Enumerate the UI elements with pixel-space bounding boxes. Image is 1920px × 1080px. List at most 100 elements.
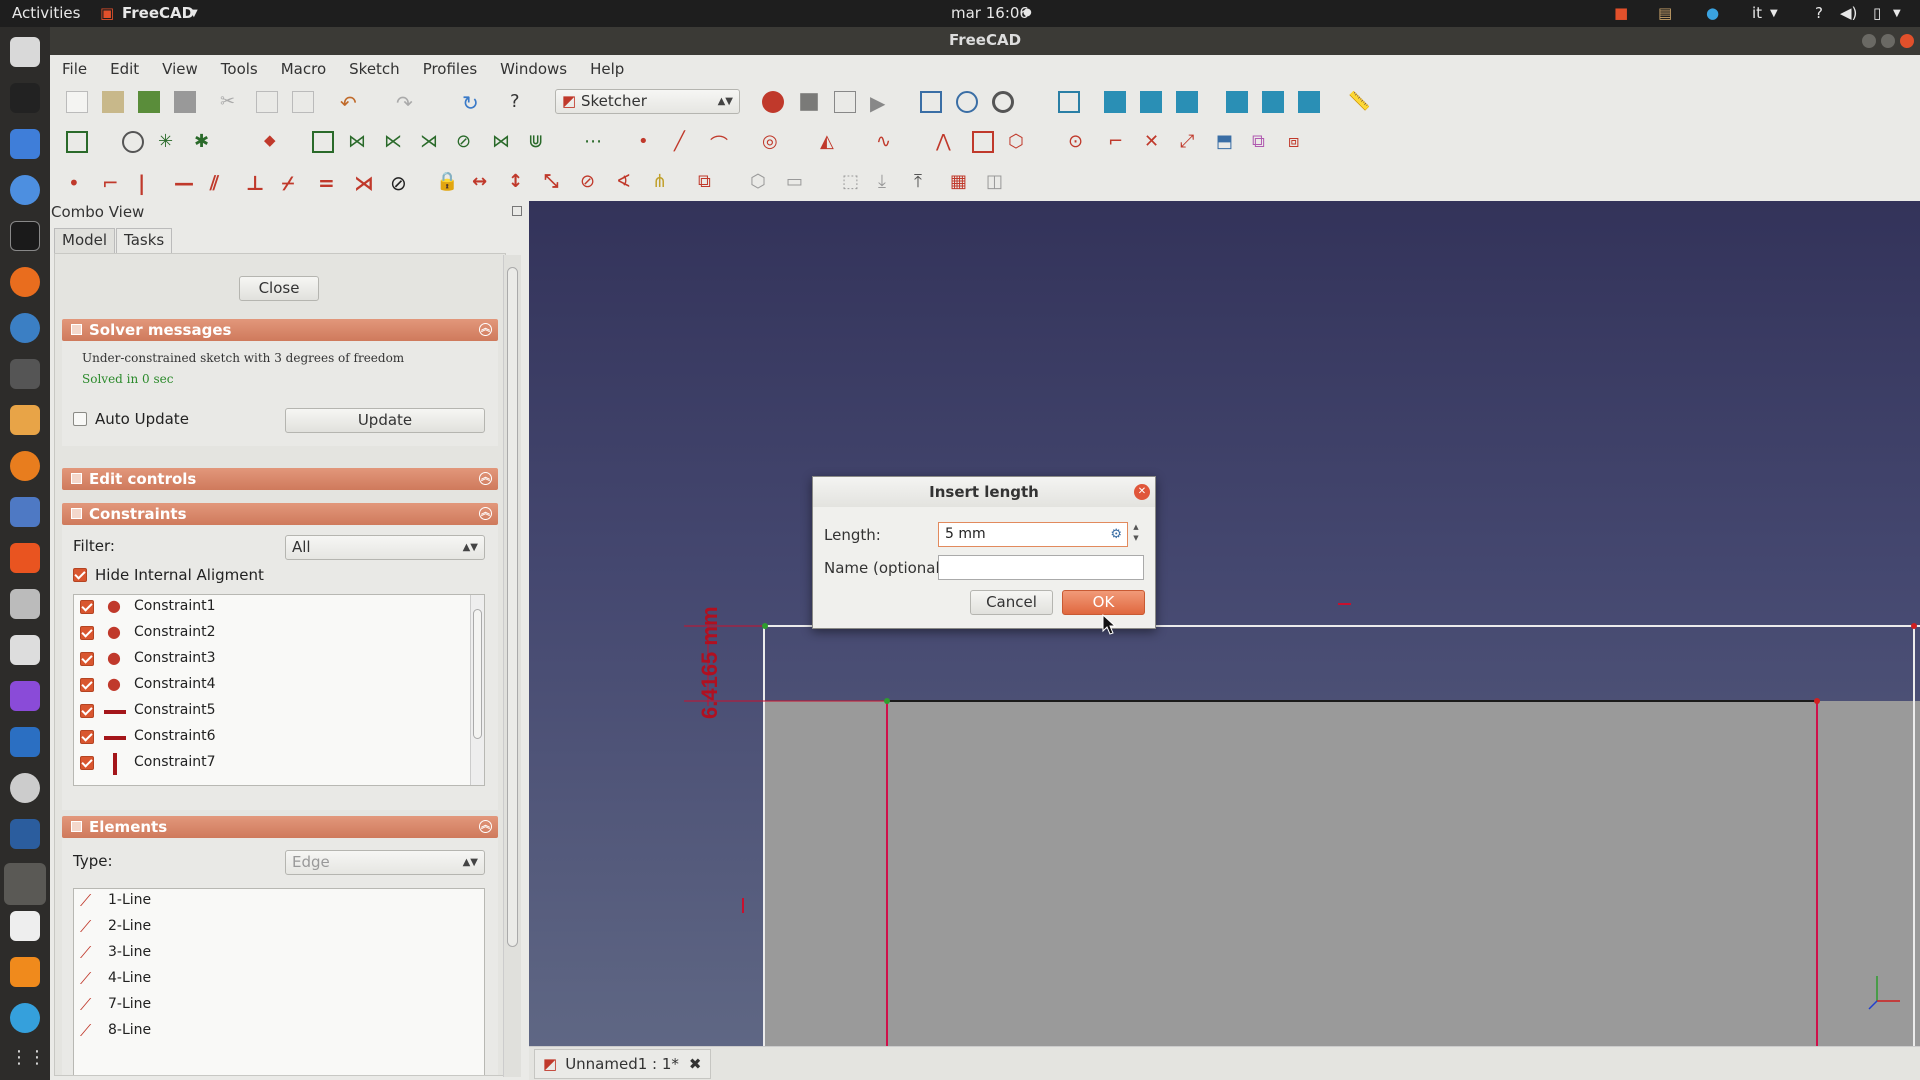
record-icon[interactable]: ■ (1614, 4, 1628, 22)
remote-icon[interactable] (10, 727, 40, 757)
bspline-icon[interactable]: ∿ (876, 131, 898, 153)
length-input[interactable]: 5 mm ⚙ (938, 522, 1128, 547)
tab-model[interactable]: Model (54, 228, 116, 253)
edit-macro-icon[interactable] (834, 91, 856, 113)
cut-icon[interactable]: ✂ (220, 91, 242, 113)
scrollbar-thumb[interactable] (507, 267, 518, 947)
toggle-driving-icon[interactable]: ⧉ (698, 171, 720, 193)
notes-icon[interactable] (10, 911, 40, 941)
merge-sketch-icon[interactable]: ⋉ (384, 131, 406, 153)
writer-icon[interactable] (10, 129, 40, 159)
sketch-vertex[interactable] (762, 623, 768, 629)
app-icon[interactable] (10, 405, 40, 435)
view-section-icon[interactable]: ✳ (158, 131, 180, 153)
constraints-header[interactable]: Constraints ︽ (62, 503, 498, 525)
delete-all-icon[interactable]: ◫ (986, 171, 1008, 193)
reorient-sketch-icon[interactable] (312, 131, 334, 153)
auto-update-checkbox[interactable] (73, 412, 87, 426)
telegram-dock-icon[interactable] (10, 1003, 40, 1033)
files-app-icon[interactable] (10, 37, 40, 67)
left-view-icon[interactable] (1298, 91, 1320, 113)
list-item[interactable]: ⟋ 2-Line (74, 915, 484, 941)
mirror-sketch-icon[interactable]: ⋊ (420, 131, 442, 153)
constrain-distance-icon[interactable]: ⤡ (544, 171, 566, 193)
clone-icon[interactable]: ⋓ (528, 131, 550, 153)
name-input[interactable] (938, 555, 1144, 580)
constraint-checkbox[interactable] (80, 626, 94, 640)
list-item[interactable]: ⟋ 1-Line (74, 889, 484, 915)
extend-icon[interactable]: ⤢ (1180, 131, 1202, 153)
task-panel-scrollbar[interactable] (503, 255, 521, 1077)
menu-macro[interactable]: Macro (281, 60, 326, 78)
inkscape-icon[interactable] (10, 83, 40, 113)
constrain-vertical-distance-icon[interactable]: ↕ (508, 171, 530, 193)
workbench-selector[interactable]: ◩ Sketcher ▲▼ (555, 89, 740, 114)
menu-profiles[interactable]: Profiles (423, 60, 477, 78)
redo-icon[interactable]: ↷ (396, 91, 418, 115)
open-folder-icon[interactable] (102, 91, 124, 113)
help-icon[interactable]: ? (1815, 4, 1823, 22)
filter-select[interactable]: All ▲▼ (285, 535, 485, 560)
3d-viewport[interactable]: 6.4165 mm (529, 201, 1920, 1046)
close-task-button[interactable]: Close (239, 276, 319, 301)
constraint-checkbox[interactable] (80, 678, 94, 692)
list-item[interactable]: ● Constraint4 (74, 673, 484, 699)
menu-windows[interactable]: Windows (500, 60, 567, 78)
constrain-point-on-object-icon[interactable]: ⌐ (102, 171, 124, 195)
list-item[interactable]: ⟋ 4-Line (74, 967, 484, 993)
hide-internal-checkbox[interactable] (73, 568, 87, 582)
draw-style-icon[interactable] (992, 91, 1014, 113)
array-icon[interactable]: ⋯ (584, 131, 606, 153)
show-hide-icon[interactable]: ⤓ (878, 171, 900, 193)
list-item[interactable]: ● Constraint3 (74, 647, 484, 673)
list-item[interactable]: Constraint5 (74, 699, 484, 725)
constraint-checkbox[interactable] (80, 704, 94, 718)
circle-icon[interactable]: ◎ (762, 131, 784, 153)
select-constraints-icon[interactable]: ⬡ (750, 171, 772, 193)
select-elements-icon[interactable]: ⬚ (842, 171, 864, 193)
fit-selection-icon[interactable] (956, 91, 978, 113)
paste-icon[interactable] (292, 91, 314, 113)
refresh-icon[interactable]: ↻ (462, 91, 484, 115)
copy-icon[interactable] (256, 91, 278, 113)
menu-tools[interactable]: Tools (221, 60, 258, 78)
list-item[interactable]: ● Constraint2 (74, 621, 484, 647)
front-view-icon[interactable] (1104, 91, 1126, 113)
line-icon[interactable]: ╱ (674, 131, 696, 153)
constrain-parallel-icon[interactable]: ⫽ (210, 171, 232, 195)
sketch-vertex[interactable] (884, 698, 890, 704)
constrain-horizontal-distance-icon[interactable]: ↔ (472, 171, 494, 193)
constrain-block-icon[interactable]: ⊘ (390, 171, 412, 195)
select-origin-icon[interactable]: ▭ (786, 171, 808, 193)
gimp-icon[interactable] (10, 359, 40, 389)
stop-macro-icon[interactable] (800, 93, 818, 111)
vlc-icon[interactable] (10, 957, 40, 987)
activities-button[interactable]: Activities (12, 4, 80, 22)
battery-icon[interactable]: ▯ (1873, 4, 1881, 22)
symmetry-icon[interactable]: ⋈ (492, 131, 514, 153)
blender-icon[interactable] (10, 451, 40, 481)
type-select[interactable]: Edge ▲▼ (285, 850, 485, 875)
menu-help[interactable]: Help (590, 60, 624, 78)
constraint-checkbox[interactable] (80, 756, 94, 770)
list-item[interactable]: ⟋ 8-Line (74, 1019, 484, 1045)
point-icon[interactable]: • (638, 131, 660, 153)
freecad-dock-icon[interactable] (4, 863, 46, 905)
software-center-icon[interactable] (10, 543, 40, 573)
constrain-equal-icon[interactable]: = (318, 171, 340, 195)
sketch-vertex[interactable] (1814, 698, 1820, 704)
solver-messages-header[interactable]: Solver messages ︽ (62, 319, 498, 341)
constrain-horizontal-icon[interactable]: — (174, 171, 196, 195)
fillet-icon[interactable]: ⌐ (1108, 131, 1130, 153)
leave-sketch-icon[interactable] (66, 131, 88, 153)
save-icon[interactable] (138, 91, 160, 113)
ok-button[interactable]: OK (1062, 590, 1145, 615)
eye-icon[interactable] (10, 773, 40, 803)
settings-icon[interactable] (10, 589, 40, 619)
sketch-canvas[interactable]: 6.4165 mm (529, 201, 1920, 1046)
right-view-icon[interactable] (1176, 91, 1198, 113)
chromium-icon[interactable] (10, 175, 40, 205)
constrain-symmetric-icon[interactable]: ⋊ (354, 171, 376, 195)
constraints-scrollbar[interactable] (470, 595, 484, 785)
clock[interactable]: mar 16:06 (951, 4, 1029, 22)
